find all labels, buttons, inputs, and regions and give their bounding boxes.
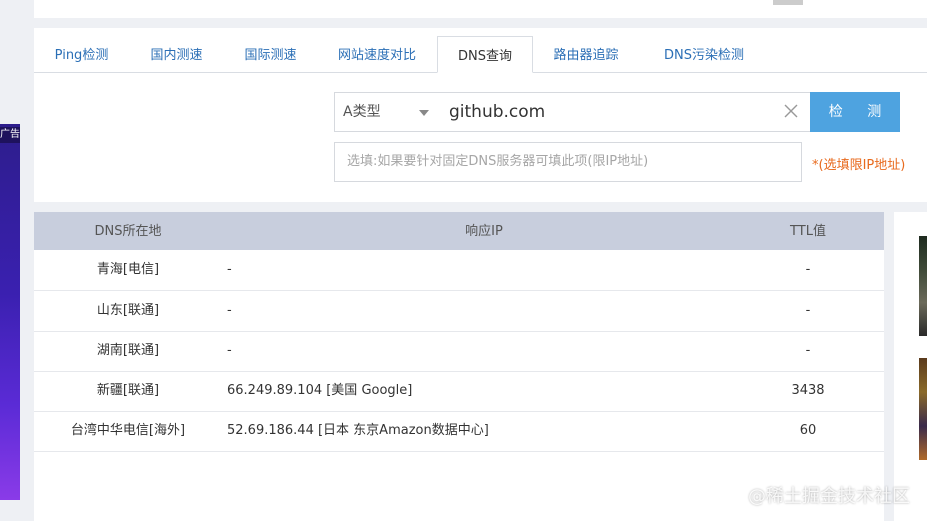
- ad-label: 广告: [0, 127, 20, 143]
- table-header: DNS所在地 响应IP TTL值: [34, 212, 884, 250]
- dns-query-panel: Ping检测 国内测速 国际测速 网站速度对比 DNS查询 路由器追踪 DNS污…: [34, 28, 927, 202]
- cell-location: 青海[电信]: [96, 262, 160, 277]
- right-ad-column: [894, 212, 927, 521]
- tab-dns-pollution[interactable]: DNS污染检测: [639, 36, 769, 72]
- table-row: 山东[联通] - -: [34, 291, 884, 332]
- record-type-value: A类型: [343, 104, 381, 120]
- table-row: 湖南[联通] - -: [34, 331, 884, 372]
- clear-icon[interactable]: [782, 102, 800, 120]
- record-type-select[interactable]: A类型: [334, 92, 440, 132]
- table-row: 新疆[联通] 66.249.89.104 [美国 Google] 3438: [34, 371, 884, 412]
- chevron-down-icon: [419, 110, 429, 116]
- tab-international-speed[interactable]: 国际测速: [224, 36, 317, 72]
- domain-input[interactable]: github.com: [439, 92, 811, 132]
- cell-ip: -: [227, 303, 232, 318]
- dns-server-hint: *(选填限IP地址): [812, 158, 906, 173]
- watermark: @稀土掘金技术社区: [748, 486, 910, 507]
- table-row: 台湾中华电信[海外] 52.69.186.44 [日本 东京Amazon数据中心…: [34, 411, 884, 452]
- cell-ttl: -: [805, 343, 811, 358]
- top-fragment: [54, 0, 58, 7]
- detect-button[interactable]: 检 测: [810, 92, 900, 132]
- top-strip: [34, 0, 927, 18]
- left-ad-banner[interactable]: 广告: [0, 124, 20, 500]
- ad-thumbnail[interactable]: [919, 236, 927, 336]
- cell-location: 山东[联通]: [96, 303, 160, 318]
- cell-ip: 52.69.186.44 [日本 东京Amazon数据中心]: [227, 423, 489, 438]
- cell-ttl: 60: [799, 423, 817, 438]
- header-location: DNS所在地: [94, 224, 162, 239]
- cell-ip: -: [227, 262, 232, 277]
- cell-location: 新疆[联通]: [96, 383, 160, 398]
- top-image-fragment: [773, 0, 803, 5]
- cell-location: 台湾中华电信[海外]: [70, 423, 186, 438]
- table-row: 青海[电信] - -: [34, 250, 884, 291]
- cell-ttl: 3438: [791, 383, 825, 398]
- cell-location: 湖南[联通]: [96, 343, 160, 358]
- results-table: DNS所在地 响应IP TTL值 青海[电信] - - 山东[联通] - - 湖…: [34, 212, 884, 521]
- tab-route-trace[interactable]: 路由器追踪: [533, 36, 639, 72]
- tab-ping[interactable]: Ping检测: [34, 36, 129, 72]
- tab-site-speed-compare[interactable]: 网站速度对比: [317, 36, 437, 72]
- cell-ip: -: [227, 343, 232, 358]
- cell-ttl: -: [805, 303, 811, 318]
- header-ttl: TTL值: [790, 224, 826, 239]
- dns-server-input[interactable]: 选填:如果要针对固定DNS服务器可填此项(限IP地址): [334, 142, 802, 182]
- header-ip: 响应IP: [465, 224, 503, 239]
- cell-ttl: -: [805, 262, 811, 277]
- ad-thumbnail[interactable]: [919, 358, 927, 460]
- tab-dns-query[interactable]: DNS查询: [437, 36, 533, 73]
- tool-tabs: Ping检测 国内测速 国际测速 网站速度对比 DNS查询 路由器追踪 DNS污…: [34, 36, 927, 73]
- tab-domestic-speed[interactable]: 国内测速: [129, 36, 224, 72]
- cell-ip: 66.249.89.104 [美国 Google]: [227, 383, 413, 398]
